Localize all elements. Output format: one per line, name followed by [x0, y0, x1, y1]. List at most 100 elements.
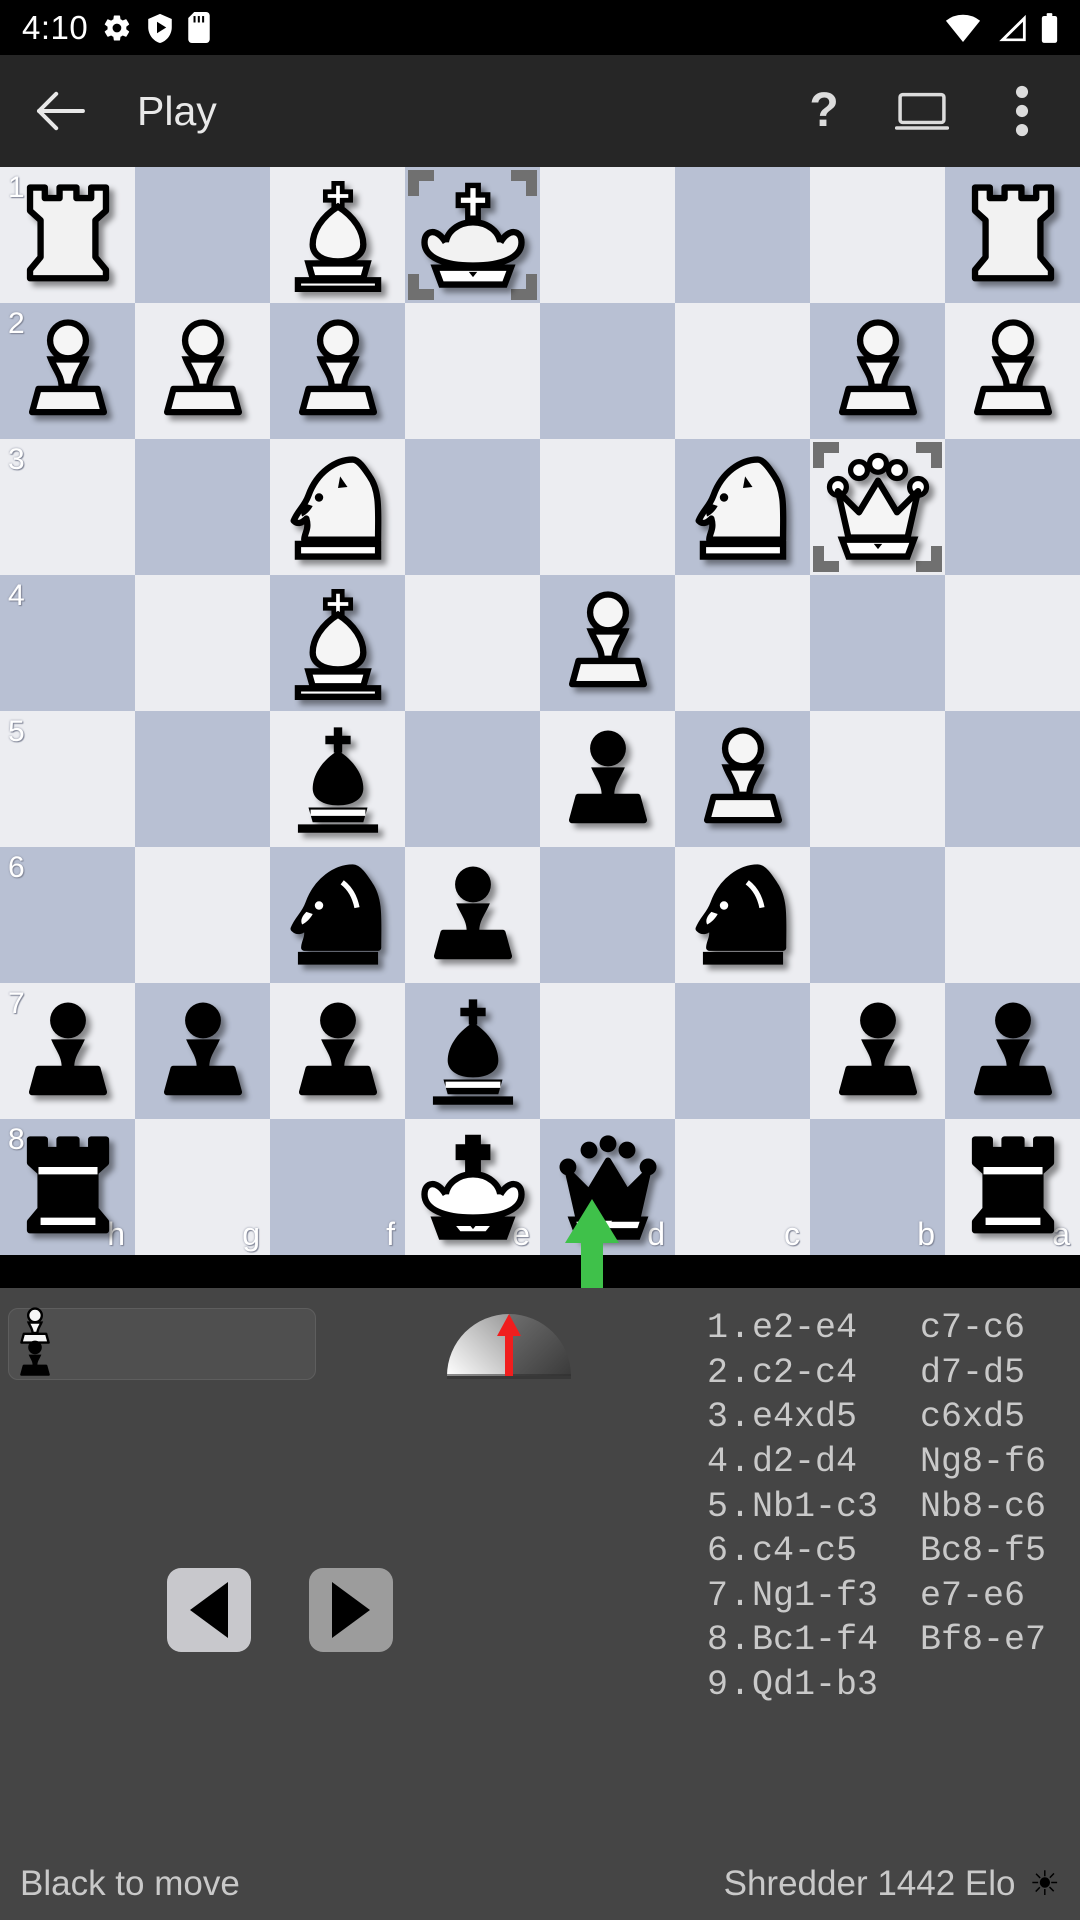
board-square-f5[interactable]	[270, 711, 405, 847]
board-square-b1[interactable]	[810, 167, 945, 303]
white-move[interactable]: Bc1-f4	[752, 1618, 920, 1663]
move-row[interactable]: 8. Bc1-f4 Bf8-e7	[672, 1618, 1062, 1663]
board-square-b7[interactable]	[810, 983, 945, 1119]
board-square-h8[interactable]: 8h	[0, 1119, 135, 1255]
piece-wR[interactable]	[945, 167, 1080, 303]
board-square-c1[interactable]	[675, 167, 810, 303]
board-square-a4[interactable]	[945, 575, 1080, 711]
black-move[interactable]: c7-c6	[920, 1306, 1062, 1351]
back-arrow-icon[interactable]	[28, 79, 92, 143]
piece-bN[interactable]	[675, 847, 810, 983]
board-square-d5[interactable]	[540, 711, 675, 847]
piece-bB[interactable]	[270, 711, 405, 847]
board-square-f6[interactable]	[270, 847, 405, 983]
move-row[interactable]: 2. c2-c4 d7-d5	[672, 1351, 1062, 1396]
board-square-e2[interactable]	[405, 303, 540, 439]
chessboard[interactable]: 1 2 3 4 5 6 7 8 h g f e d c b a	[0, 167, 1080, 1255]
piece-bR[interactable]	[0, 1119, 135, 1255]
piece-wP[interactable]	[270, 303, 405, 439]
board-square-h5[interactable]: 5	[0, 711, 135, 847]
piece-bK[interactable]	[405, 1119, 540, 1255]
piece-wP[interactable]	[810, 303, 945, 439]
piece-bB[interactable]	[405, 983, 540, 1119]
white-move[interactable]: d2-d4	[752, 1440, 920, 1485]
board-square-b3[interactable]	[810, 439, 945, 575]
piece-wB[interactable]	[270, 167, 405, 303]
piece-wP[interactable]	[675, 711, 810, 847]
board-square-f2[interactable]	[270, 303, 405, 439]
piece-bN[interactable]	[270, 847, 405, 983]
help-icon[interactable]: ?	[796, 83, 852, 139]
black-move[interactable]	[920, 1663, 1062, 1708]
board-square-g5[interactable]	[135, 711, 270, 847]
black-move[interactable]: e7-e6	[920, 1574, 1062, 1619]
piece-wK[interactable]	[405, 167, 540, 303]
board-square-g6[interactable]	[135, 847, 270, 983]
board-square-e1[interactable]	[405, 167, 540, 303]
board-square-a3[interactable]	[945, 439, 1080, 575]
overflow-menu-icon[interactable]	[992, 81, 1052, 141]
black-move[interactable]: Ng8-f6	[920, 1440, 1062, 1485]
board-square-a2[interactable]	[945, 303, 1080, 439]
board-square-d8[interactable]: d	[540, 1119, 675, 1255]
board-square-d1[interactable]	[540, 167, 675, 303]
board-square-b4[interactable]	[810, 575, 945, 711]
move-list[interactable]: 1. e2-e4 c7-c6 2. c2-c4 d7-d5 3. e4xd5 c6xd5 4. d2…	[672, 1306, 1062, 1708]
previous-move-button[interactable]	[167, 1568, 251, 1652]
piece-wN[interactable]	[675, 439, 810, 575]
white-move[interactable]: Nb1-c3	[752, 1485, 920, 1530]
board-square-g1[interactable]	[135, 167, 270, 303]
black-move[interactable]: Nb8-c6	[920, 1485, 1062, 1530]
board-square-c6[interactable]	[675, 847, 810, 983]
move-row[interactable]: 6. c4-c5 Bc8-f5	[672, 1529, 1062, 1574]
next-move-button[interactable]	[309, 1568, 393, 1652]
white-move[interactable]: e4xd5	[752, 1395, 920, 1440]
board-square-f1[interactable]	[270, 167, 405, 303]
piece-bR[interactable]	[945, 1119, 1080, 1255]
board-square-h7[interactable]: 7	[0, 983, 135, 1119]
white-move[interactable]: Qd1-b3	[752, 1663, 920, 1708]
board-square-b2[interactable]	[810, 303, 945, 439]
board-square-f4[interactable]	[270, 575, 405, 711]
board-square-f8[interactable]: f	[270, 1119, 405, 1255]
move-row[interactable]: 1. e2-e4 c7-c6	[672, 1306, 1062, 1351]
board-square-g4[interactable]	[135, 575, 270, 711]
piece-wB[interactable]	[270, 575, 405, 711]
board-square-h6[interactable]: 6	[0, 847, 135, 983]
piece-wP[interactable]	[0, 303, 135, 439]
board-square-h2[interactable]: 2	[0, 303, 135, 439]
board-square-c8[interactable]: c	[675, 1119, 810, 1255]
piece-bP[interactable]	[0, 983, 135, 1119]
board-layout-icon[interactable]	[892, 81, 952, 141]
piece-wR[interactable]	[0, 167, 135, 303]
white-move[interactable]: c2-c4	[752, 1351, 920, 1396]
board-square-b5[interactable]	[810, 711, 945, 847]
piece-wP[interactable]	[135, 303, 270, 439]
piece-bP[interactable]	[405, 847, 540, 983]
piece-wP[interactable]	[540, 575, 675, 711]
piece-wN[interactable]	[270, 439, 405, 575]
black-move[interactable]: Bf8-e7	[920, 1618, 1062, 1663]
board-square-a7[interactable]	[945, 983, 1080, 1119]
board-square-g3[interactable]	[135, 439, 270, 575]
board-square-h4[interactable]: 4	[0, 575, 135, 711]
piece-bQ[interactable]	[540, 1119, 675, 1255]
board-square-d4[interactable]	[540, 575, 675, 711]
piece-bP[interactable]	[135, 983, 270, 1119]
move-row[interactable]: 3. e4xd5 c6xd5	[672, 1395, 1062, 1440]
board-square-c5[interactable]	[675, 711, 810, 847]
board-square-e4[interactable]	[405, 575, 540, 711]
board-square-e5[interactable]	[405, 711, 540, 847]
board-square-a5[interactable]	[945, 711, 1080, 847]
move-row[interactable]: 7. Ng1-f3 e7-e6	[672, 1574, 1062, 1619]
board-square-f7[interactable]	[270, 983, 405, 1119]
board-square-g7[interactable]	[135, 983, 270, 1119]
board-square-e3[interactable]	[405, 439, 540, 575]
move-row[interactable]: 5. Nb1-c3 Nb8-c6	[672, 1485, 1062, 1530]
board-square-a6[interactable]	[945, 847, 1080, 983]
board-square-a8[interactable]: a	[945, 1119, 1080, 1255]
black-move[interactable]: c6xd5	[920, 1395, 1062, 1440]
board-square-c4[interactable]	[675, 575, 810, 711]
board-square-g2[interactable]	[135, 303, 270, 439]
white-move[interactable]: e2-e4	[752, 1306, 920, 1351]
